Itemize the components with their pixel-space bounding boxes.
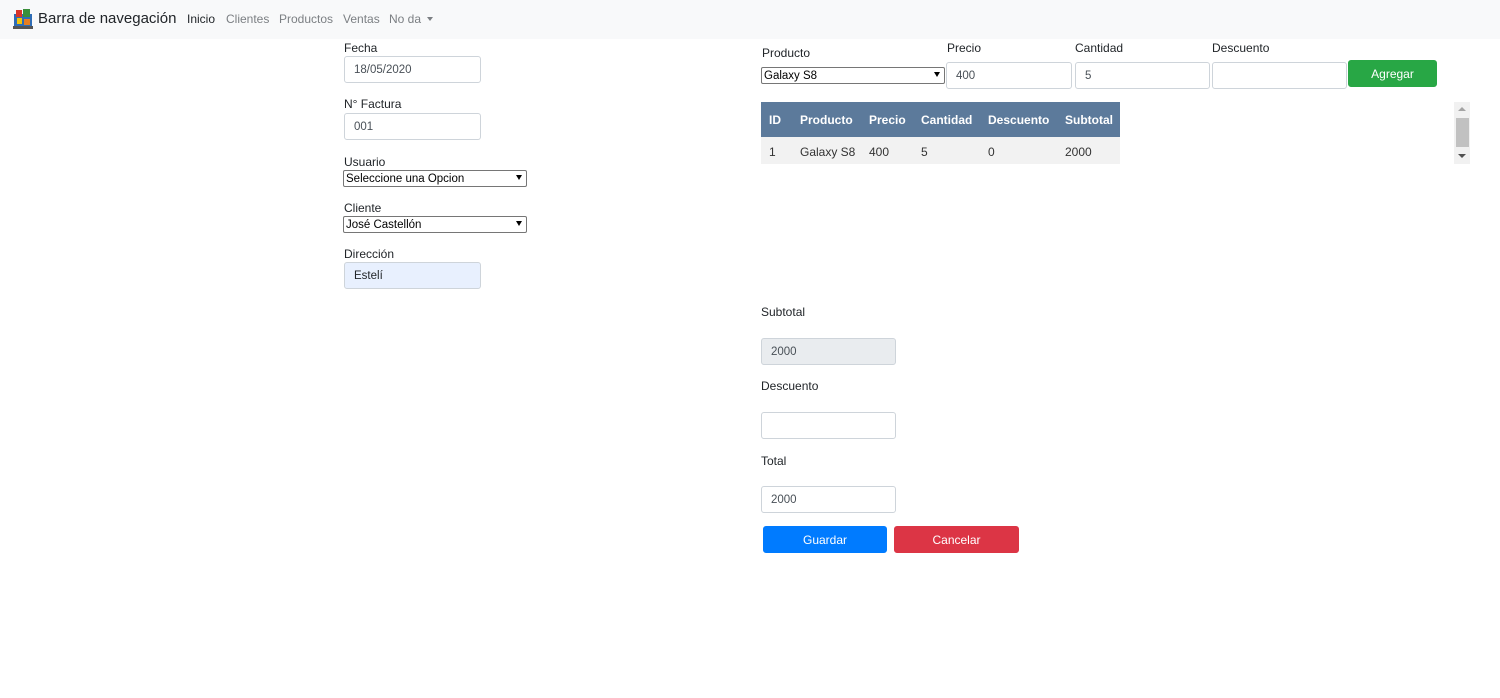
precio-label: Precio — [947, 41, 982, 55]
table-header-cell: Subtotal — [1065, 113, 1113, 127]
usuario-label: Usuario — [344, 155, 386, 169]
nav-dropdown-no-da[interactable]: No da — [389, 12, 434, 26]
table-row[interactable]: 1 Galaxy S8 400 5 0 2000 — [761, 137, 1120, 164]
descuento-input[interactable] — [1212, 62, 1347, 89]
total-descuento-label: Descuento — [761, 379, 819, 393]
producto-label: Producto — [762, 46, 811, 60]
table-header-cell: Producto — [800, 113, 853, 127]
table-header-row: ID Producto Precio Cantidad Descuento Su… — [761, 102, 1120, 137]
table-cell: 400 — [869, 145, 890, 159]
total-descuento-input[interactable] — [761, 412, 896, 439]
table-header-cell: ID — [769, 113, 781, 127]
cantidad-input[interactable]: 5 — [1075, 62, 1210, 89]
cliente-select-value: José Castellón — [346, 218, 422, 231]
total-label: Total — [761, 454, 787, 468]
nav-dropdown-label: No da — [389, 12, 422, 26]
table-header-cell: Descuento — [988, 113, 1050, 127]
direccion-input[interactable]: Estelí — [344, 262, 481, 289]
producto-select[interactable]: Galaxy S8 — [761, 67, 945, 84]
usuario-select[interactable]: Seleccione una Opcion — [343, 170, 527, 187]
select-arrow-icon — [516, 175, 522, 180]
factura-input[interactable]: 001 — [344, 113, 481, 140]
table-cell: Galaxy S8 — [800, 145, 856, 159]
select-arrow-icon — [516, 221, 522, 226]
table-cell: 1 — [769, 145, 776, 159]
subtotal-label: Subtotal — [761, 305, 806, 319]
scroll-up-arrow-icon[interactable] — [1458, 107, 1466, 111]
fecha-label: Fecha — [344, 41, 378, 55]
nav-link-inicio[interactable]: Inicio — [187, 12, 215, 26]
cliente-label: Cliente — [344, 201, 382, 215]
app-logo-icon[interactable] — [13, 8, 33, 29]
fecha-input[interactable]: 18/05/2020 — [344, 56, 481, 83]
caret-down-icon — [427, 17, 434, 21]
table-header-cell: Cantidad — [921, 113, 973, 127]
cancelar-button[interactable]: Cancelar — [894, 526, 1019, 553]
table-cell: 2000 — [1065, 145, 1092, 159]
agregar-button[interactable]: Agregar — [1348, 60, 1437, 87]
navbar: Barra de navegación Inicio Clientes Prod… — [0, 0, 1500, 39]
cliente-select[interactable]: José Castellón — [343, 216, 527, 233]
guardar-button[interactable]: Guardar — [763, 526, 887, 553]
scrollbar-thumb[interactable] — [1456, 118, 1469, 147]
descuento-label: Descuento — [1212, 41, 1270, 55]
detalle-table: ID Producto Precio Cantidad Descuento Su… — [761, 102, 1120, 164]
precio-input[interactable]: 400 — [946, 62, 1072, 89]
table-cell: 5 — [921, 145, 928, 159]
producto-select-value: Galaxy S8 — [764, 69, 818, 82]
subtotal-input: 2000 — [761, 338, 896, 365]
nav-link-clientes[interactable]: Clientes — [226, 12, 269, 26]
nav-link-productos[interactable]: Productos — [279, 12, 333, 26]
table-cell: 0 — [988, 145, 995, 159]
nav-link-ventas[interactable]: Ventas — [343, 12, 380, 26]
factura-label: N° Factura — [344, 97, 402, 111]
direccion-label: Dirección — [344, 247, 395, 261]
usuario-select-value: Seleccione una Opcion — [346, 172, 465, 185]
navbar-brand[interactable]: Barra de navegación — [38, 10, 176, 27]
table-header-cell: Precio — [869, 113, 906, 127]
select-arrow-icon — [934, 72, 940, 77]
total-input[interactable]: 2000 — [761, 486, 896, 513]
table-scrollbar[interactable] — [1454, 102, 1470, 164]
cantidad-label: Cantidad — [1075, 41, 1124, 55]
scroll-down-arrow-icon[interactable] — [1458, 154, 1466, 158]
